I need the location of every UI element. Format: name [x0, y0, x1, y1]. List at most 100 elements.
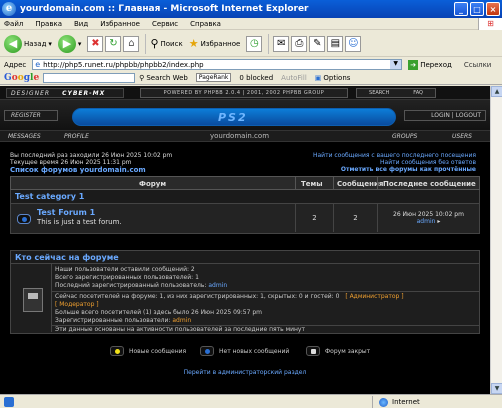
windows-logo-icon: ⊞ — [478, 17, 502, 30]
address-label: Адрес — [4, 60, 27, 69]
record-visitors-text: Больше всего посетителей (1) здесь было … — [55, 309, 262, 316]
who-is-online: Кто сейчас на форуме Наши пользователи о… — [10, 250, 480, 334]
last-post-cell: 26 Июн 2025 10:02 pm admin ▸ — [377, 204, 479, 232]
ie-icon: e — [2, 2, 16, 16]
back-arrow-icon: ◀ — [4, 34, 22, 53]
messages-link[interactable]: MESSAGES — [8, 133, 41, 140]
online-stats-icon — [23, 288, 43, 312]
forum-header: DESIGNER CYBER-MX POWERED BY PHPBB 2.0.4… — [0, 86, 490, 142]
col-topics: Темы — [301, 180, 323, 188]
messenger-icon[interactable]: ☺ — [345, 35, 362, 52]
vertical-scrollbar[interactable]: ▲ ▼ — [490, 86, 502, 394]
newest-user-line: Последний зарегистрированный пользовател… — [55, 282, 228, 289]
history-icon[interactable]: ◷ — [246, 35, 263, 52]
legend-locked: Форум закрыт — [306, 346, 370, 356]
toolbar-separator — [268, 33, 270, 54]
visit-info: Вы последний раз заходили 26 Июн 2025 10… — [0, 148, 490, 176]
forum-name-link[interactable]: Test Forum 1 — [37, 208, 95, 217]
google-search-input[interactable] — [43, 72, 136, 83]
discuss-icon[interactable]: ▤ — [327, 35, 344, 52]
register-link[interactable]: REGISTER — [4, 110, 58, 121]
last-post-date: 26 Июн 2025 10:02 pm — [393, 211, 464, 218]
search-button[interactable]: ⚲ Поиск — [150, 37, 182, 50]
pagerank-indicator[interactable]: PageRank — [195, 73, 232, 82]
forum-description: This is just a test forum. — [37, 218, 122, 226]
chevron-down-icon: ▾ — [77, 39, 82, 48]
visitors-line: Сейчас посетителей на форуме: 1, из них … — [55, 293, 404, 300]
minimize-button[interactable]: _ — [454, 2, 468, 16]
mark-read-link[interactable]: Отметить все форумы как прочтённые — [341, 166, 476, 173]
powered-by-banner: POWERED BY PHPBB 2.0.4 | 2001, 2002 PHPB… — [140, 88, 348, 98]
star-icon: ★ — [188, 37, 199, 50]
close-button[interactable]: × — [486, 2, 500, 16]
topics-count: 2 — [295, 204, 333, 232]
menu-tools[interactable]: Сервис — [152, 20, 178, 28]
new-posts-icon — [110, 346, 124, 356]
status-bar: Internet — [0, 394, 502, 408]
col-forum: Форум — [139, 180, 167, 188]
forward-button[interactable]: ▶ ▾ — [57, 34, 82, 53]
popup-blocker-button[interactable]: 0 blocked — [239, 74, 273, 82]
registered-user-link[interactable]: admin — [172, 317, 191, 324]
admin-panel-link[interactable]: Перейти в администраторский раздел — [0, 369, 490, 376]
users-link[interactable]: USERS — [452, 133, 472, 140]
last-post-user-link[interactable]: admin — [417, 218, 436, 225]
forum-nav: MESSAGES PROFILE yourdomain.com GROUPS U… — [0, 130, 490, 142]
go-button[interactable]: ➔ Переход — [408, 59, 452, 70]
faq-link[interactable]: FAQ — [413, 90, 423, 96]
moderator-legend-line: [ Модератор ] — [55, 301, 99, 308]
mail-icon[interactable]: ✉ — [273, 35, 290, 52]
scroll-up-icon[interactable]: ▲ — [491, 86, 502, 97]
registered-users-line: Зарегистрированные пользователи: admin — [55, 317, 192, 324]
legend-new-posts: Новые сообщения — [110, 346, 186, 356]
toolbar-separator — [145, 33, 147, 54]
forum-table-header: Форум Темы Сообщения Последнее сообщение — [10, 176, 480, 190]
menu-file[interactable]: Файл — [4, 20, 23, 28]
chevron-down-icon: ▾ — [48, 39, 52, 48]
menu-help[interactable]: Справка — [190, 20, 221, 28]
col-last-post: Последнее сообщение — [383, 180, 476, 188]
stop-icon[interactable]: ✖ — [87, 35, 104, 52]
groups-link[interactable]: GROUPS — [392, 133, 417, 140]
toolbar: ◀ Назад ▾ ▶ ▾ ✖ ↻ ⌂ ⚲ Поиск ★ Избранное … — [0, 31, 502, 57]
posts-count: 2 — [333, 204, 377, 232]
login-logout-link[interactable]: LOGIN | LOGOUT — [404, 110, 486, 121]
category-row[interactable]: Test category 1 — [10, 190, 480, 204]
header-links: SEARCH FAQ — [356, 88, 436, 98]
admin-legend: [ Администратор ] — [345, 293, 404, 300]
back-button[interactable]: ◀ Назад ▾ — [4, 34, 52, 53]
maximize-button[interactable]: □ — [470, 2, 484, 16]
security-zone: Internet — [372, 396, 420, 408]
address-url: http://php5.runet.ru/phpbb/phpbb2/index.… — [43, 60, 204, 69]
google-logo[interactable]: Google — [4, 73, 39, 83]
search-link[interactable]: SEARCH — [369, 90, 389, 96]
menu-bar: Файл Правка Вид Избранное Сервис Справка… — [0, 17, 502, 30]
address-input[interactable]: e http://php5.runet.ru/phpbb/phpbb2/inde… — [32, 59, 403, 70]
new-posts-link[interactable]: Найти сообщения с вашего последнего посе… — [313, 152, 476, 159]
menu-edit[interactable]: Правка — [35, 20, 62, 28]
search-web-button[interactable]: ⚲ Search Web — [139, 74, 188, 82]
view-latest-post-icon[interactable]: ▸ — [437, 218, 440, 225]
links-button[interactable]: Ссылки — [464, 61, 492, 69]
forum-status-icon — [17, 214, 31, 224]
chevron-down-icon[interactable]: ▼ — [390, 60, 402, 69]
page-status-icon — [4, 396, 14, 407]
forum-index-link[interactable]: Список форумов yourdomain.com — [10, 166, 146, 174]
autofill-button[interactable]: AutoFill — [281, 74, 307, 82]
edit-icon[interactable]: ✎ — [309, 35, 326, 52]
menu-favorites[interactable]: Избранное — [100, 20, 140, 28]
favorites-button[interactable]: ★ Избранное — [189, 37, 241, 50]
print-icon[interactable]: ⎙ — [291, 35, 308, 52]
site-logo: PS2 — [218, 111, 248, 124]
online-note: Эти данные основаны на активности пользо… — [55, 326, 305, 333]
menu-view[interactable]: Вид — [74, 20, 88, 28]
refresh-icon[interactable]: ↻ — [105, 35, 122, 52]
who-is-online-title[interactable]: Кто сейчас на форуме — [10, 250, 480, 264]
home-icon[interactable]: ⌂ — [123, 35, 140, 52]
options-button[interactable]: ▣ Options — [315, 74, 351, 82]
newest-user-link[interactable]: admin — [208, 282, 227, 289]
scroll-down-icon[interactable]: ▼ — [491, 383, 502, 394]
designer-badge: DESIGNER CYBER-MX — [6, 88, 124, 98]
profile-link[interactable]: PROFILE — [64, 133, 89, 140]
unanswered-link[interactable]: Найти сообщения без ответов — [380, 159, 476, 166]
